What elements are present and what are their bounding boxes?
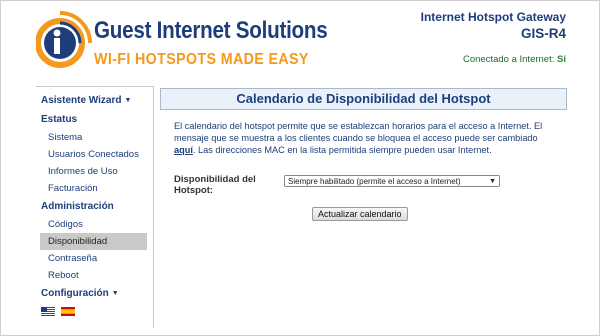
us-flag-icon[interactable] xyxy=(41,307,55,316)
double-chevron-down-icon: ▼ xyxy=(111,290,119,297)
sidebar-section-label: Administración xyxy=(41,201,114,212)
sidebar-section-wizard[interactable]: Asistente Wizard ▼ xyxy=(36,91,153,110)
sidebar-item-usuarios-conectados[interactable]: Usuarios Conectados xyxy=(36,146,153,163)
double-chevron-down-icon: ▼ xyxy=(124,97,132,104)
sidebar-item-facturacion[interactable]: Facturación xyxy=(36,180,153,197)
update-calendar-button[interactable]: Actualizar calendario xyxy=(312,207,408,221)
availability-label: Disponibilidad del Hotspot: xyxy=(174,174,256,196)
chevron-down-icon: ▼ xyxy=(489,177,496,185)
sidebar-section-label: Asistente Wizard xyxy=(41,95,122,106)
sidebar-section-label: Estatus xyxy=(41,114,78,125)
spain-flag-icon[interactable] xyxy=(61,307,75,316)
connection-label: Conectado a Internet: xyxy=(463,54,555,65)
wifi-logo-icon xyxy=(36,11,92,68)
sidebar-item-contrasena[interactable]: Contraseña xyxy=(36,250,153,267)
sidebar-item-sistema[interactable]: Sistema xyxy=(36,129,153,146)
sidebar-section-configuracion[interactable]: Configuración ▼ xyxy=(36,284,153,303)
sidebar-section-administracion: Administración xyxy=(36,197,153,216)
availability-select[interactable]: Siempre habilitado (permite el acceso a … xyxy=(284,175,500,187)
description-text: El calendario del hotspot permite que se… xyxy=(174,121,543,143)
sidebar-item-reboot[interactable]: Reboot xyxy=(36,267,153,284)
sidebar-section-label: Configuración xyxy=(41,288,109,299)
gateway-info: Internet Hotspot Gateway GIS-R4 xyxy=(421,10,566,41)
customize-message-link[interactable]: aquí xyxy=(174,145,193,155)
gateway-title: Internet Hotspot Gateway xyxy=(420,10,566,24)
connection-status: Conectado a Internet: Si xyxy=(463,54,566,65)
availability-row: Disponibilidad del Hotspot: Siempre habi… xyxy=(174,174,500,196)
page-title: Calendario de Disponibilidad del Hotspot xyxy=(160,88,567,110)
page-description: El calendario del hotspot permite que se… xyxy=(174,120,557,156)
language-flags xyxy=(36,303,153,320)
company-logo: Guest Internet Solutions WI-FI HOTSPOTS … xyxy=(36,7,328,75)
description-text: . Las direcciones MAC en la lista permit… xyxy=(192,145,492,155)
brand-name: Guest Internet Solutions xyxy=(94,17,328,44)
sidebar-item-disponibilidad[interactable]: Disponibilidad xyxy=(40,233,147,250)
brand-tagline: WI-FI HOTSPOTS MADE EASY xyxy=(94,51,309,68)
availability-selected-value: Siempre habilitado (permite el acceso a … xyxy=(288,176,461,186)
sidebar-item-codigos[interactable]: Códigos xyxy=(36,216,153,233)
main-content: Calendario de Disponibilidad del Hotspot… xyxy=(160,88,567,221)
connection-value: Si xyxy=(557,54,566,65)
sidebar-section-status: Estatus xyxy=(36,110,153,129)
sidebar-nav: Asistente Wizard ▼ Estatus Sistema Usuar… xyxy=(36,86,154,328)
sidebar-item-informes-de-uso[interactable]: Informes de Uso xyxy=(36,163,153,180)
gateway-model: GIS-R4 xyxy=(520,26,566,41)
